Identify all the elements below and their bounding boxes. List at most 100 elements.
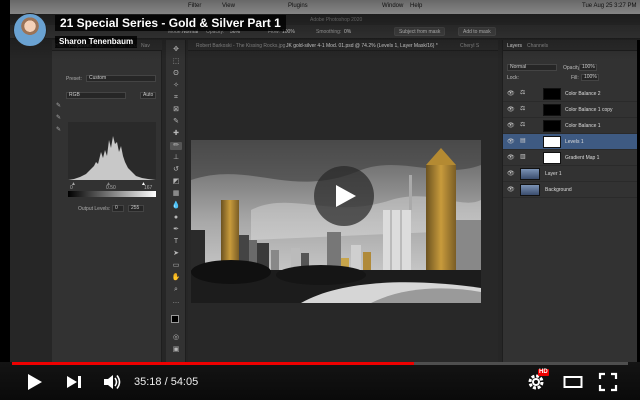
- video-player[interactable]: Filter View Plugins Window Help Tue Aug …: [0, 0, 640, 400]
- frame-tool-icon[interactable]: ⊠: [170, 106, 182, 114]
- stamp-tool-icon[interactable]: ⊥: [170, 154, 182, 162]
- zoom-tool-icon[interactable]: ⌕: [170, 286, 182, 294]
- eye-icon[interactable]: 👁: [507, 154, 515, 161]
- preset-select[interactable]: Custom: [86, 75, 156, 82]
- next-button[interactable]: [64, 372, 84, 392]
- play-icon: [336, 185, 356, 207]
- foreground-color-swatch[interactable]: [171, 315, 179, 323]
- time-display: 35:18 / 54:05: [134, 376, 199, 388]
- pen-tool-icon[interactable]: ✒: [170, 226, 182, 234]
- fullscreen-icon: [598, 372, 618, 392]
- brush-tool-icon[interactable]: ✏: [170, 142, 182, 150]
- healing-tool-icon[interactable]: ✚: [170, 130, 182, 138]
- subject-from-mask-button[interactable]: Subject from mask: [394, 27, 446, 36]
- menu-item: Filter: [188, 3, 202, 9]
- channel-avatar[interactable]: [13, 13, 47, 47]
- path-select-tool-icon[interactable]: ➤: [170, 250, 182, 258]
- layer-row[interactable]: 👁 ⚖ Color Balance 1 copy: [503, 102, 640, 118]
- layer-thumbnail: [520, 184, 540, 196]
- channel-name[interactable]: Sharon Tenenbaum: [55, 36, 138, 48]
- mac-menubar: Filter View Plugins Window Help Tue Aug …: [10, 0, 640, 14]
- output-levels-label: Output Levels:: [78, 206, 111, 212]
- eyedropper-white-icon[interactable]: ✎: [56, 126, 61, 133]
- tab-layers[interactable]: Layers: [507, 43, 522, 49]
- progress-bar[interactable]: [12, 362, 628, 365]
- quick-select-tool-icon[interactable]: ✧: [170, 82, 182, 90]
- tab-channels[interactable]: Channels: [527, 43, 548, 49]
- history-brush-tool-icon[interactable]: ↺: [170, 166, 182, 174]
- layer-row[interactable]: 👁 ▥ Gradient Map 1: [503, 150, 640, 166]
- menu-item: Help: [410, 3, 423, 9]
- eyedropper-black-icon[interactable]: ✎: [56, 102, 61, 109]
- eye-icon[interactable]: 👁: [507, 106, 515, 113]
- layers-tabs: Layers Channels: [503, 40, 640, 51]
- layer-row[interactable]: 👁 Background: [503, 182, 640, 198]
- more-tools-icon[interactable]: …: [170, 298, 182, 306]
- channel-select[interactable]: RGB: [66, 92, 126, 99]
- layer-row[interactable]: 👁 Layer 1: [503, 166, 640, 182]
- preset-label: Preset:: [66, 76, 82, 82]
- smoothing-value[interactable]: 0%: [344, 29, 351, 35]
- menubar-clock: Tue Aug 25 3:27 PM: [582, 3, 637, 9]
- layer-name: Gradient Map 1: [565, 155, 600, 161]
- layer-mask-thumbnail[interactable]: [543, 136, 561, 148]
- play-button[interactable]: [24, 372, 44, 392]
- document-tab-active[interactable]: JK gold-silver 4-1 Mod. 01.psd @ 74.2% (…: [286, 43, 438, 49]
- dodge-tool-icon[interactable]: ●: [170, 214, 182, 222]
- gradient-map-icon: ▥: [520, 154, 526, 160]
- layer-mask-thumbnail[interactable]: [543, 152, 561, 164]
- layer-opacity-field[interactable]: 100%: [579, 64, 597, 71]
- document-tab[interactable]: Cheryl S: [460, 43, 479, 49]
- eraser-tool-icon[interactable]: ◩: [170, 178, 182, 186]
- type-tool-icon[interactable]: T: [170, 238, 182, 246]
- layer-mask-thumbnail[interactable]: [543, 120, 561, 132]
- auto-button[interactable]: Auto: [140, 92, 156, 99]
- output-black-field[interactable]: 0: [112, 205, 124, 212]
- hand-tool-icon[interactable]: ✋: [170, 274, 182, 282]
- blur-tool-icon[interactable]: 💧: [170, 202, 182, 210]
- eye-icon[interactable]: 👁: [507, 138, 515, 145]
- crop-tool-icon[interactable]: ⌗: [170, 94, 182, 102]
- eye-icon[interactable]: 👁: [507, 90, 515, 97]
- add-to-mask-button[interactable]: Add to mask: [458, 27, 496, 36]
- theater-mode-button[interactable]: [563, 372, 583, 392]
- layer-mask-thumbnail[interactable]: [543, 88, 561, 100]
- eye-icon[interactable]: 👁: [507, 122, 515, 129]
- output-white-field[interactable]: 255: [128, 205, 144, 212]
- fullscreen-button[interactable]: [598, 372, 618, 392]
- marquee-tool-icon[interactable]: ⬚: [170, 58, 182, 66]
- tools-panel: ✥ ⬚ ʘ ✧ ⌗ ⊠ ✎ ✚ ✏ ⊥ ↺ ◩ ▦ 💧 ● ✒ T ➤ ▭ ✋ …: [166, 40, 186, 362]
- play-icon: [28, 374, 42, 390]
- eyedropper-gray-icon[interactable]: ✎: [56, 114, 61, 121]
- layer-name: Background: [545, 187, 572, 193]
- eye-icon[interactable]: 👁: [507, 170, 515, 177]
- tab-navigator[interactable]: Nav: [141, 43, 150, 49]
- quick-mask-icon[interactable]: ◎: [170, 334, 182, 342]
- fill-field[interactable]: 100%: [581, 74, 599, 81]
- eye-icon[interactable]: 👁: [507, 186, 515, 193]
- layer-row[interactable]: 👁 ▤ Levels 1: [503, 134, 640, 150]
- screen-mode-icon[interactable]: ▣: [170, 346, 182, 354]
- layer-row[interactable]: 👁 ⚖ Color Balance 1: [503, 118, 640, 134]
- move-tool-icon[interactable]: ✥: [170, 46, 182, 54]
- blend-mode-select[interactable]: Normal: [507, 64, 557, 71]
- layer-mask-thumbnail[interactable]: [543, 104, 561, 116]
- app-title: Adobe Photoshop 2020: [310, 17, 363, 23]
- shape-tool-icon[interactable]: ▭: [170, 262, 182, 270]
- output-gradient-bar: [68, 191, 156, 197]
- layer-name: Color Balance 1: [565, 123, 601, 129]
- document-tab[interactable]: Robert Barkoski - The Kissing Rocks.jpg: [196, 43, 285, 49]
- next-icon: [67, 376, 81, 388]
- layer-thumbnail: [520, 168, 540, 180]
- large-play-button[interactable]: [314, 166, 374, 226]
- layer-name: Levels 1: [565, 139, 584, 145]
- histogram: [68, 122, 156, 180]
- gradient-tool-icon[interactable]: ▦: [170, 190, 182, 198]
- volume-button[interactable]: [102, 372, 122, 392]
- layer-name: Color Balance 2: [565, 91, 601, 97]
- lasso-tool-icon[interactable]: ʘ: [170, 70, 182, 78]
- eyedropper-tool-icon[interactable]: ✎: [170, 118, 182, 126]
- layer-row[interactable]: 👁 ⚖ Color Balance 2: [503, 86, 640, 102]
- video-title[interactable]: 21 Special Series - Gold & Silver Part 1: [55, 15, 286, 31]
- hd-badge: HD: [538, 369, 549, 376]
